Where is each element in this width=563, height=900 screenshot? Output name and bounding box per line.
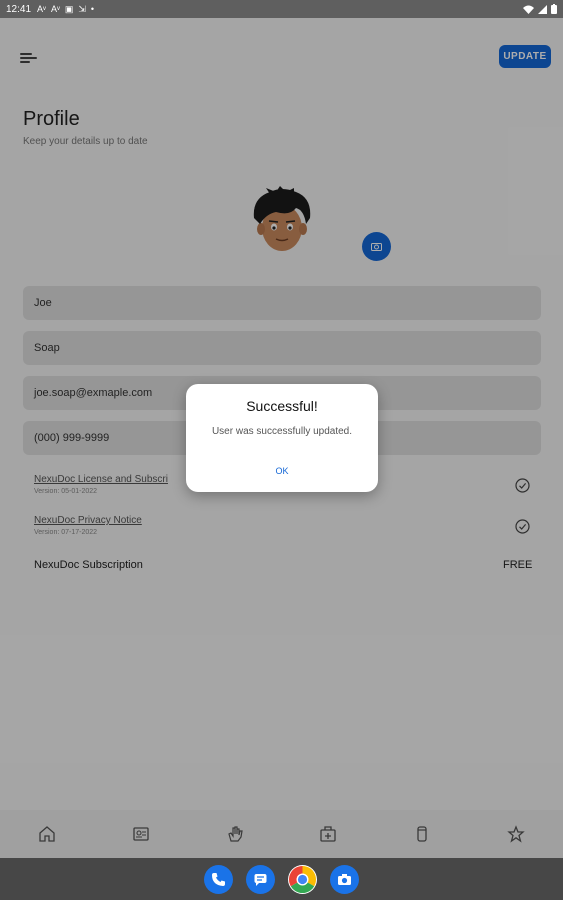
success-dialog: Successful! User was successfully update… bbox=[186, 384, 378, 492]
notification-icons: Aᵛ Aᵛ ▣ ⇲ • bbox=[37, 3, 95, 14]
status-bar: 12:41 Aᵛ Aᵛ ▣ ⇲ • bbox=[0, 0, 563, 18]
camera-icon[interactable] bbox=[330, 864, 359, 894]
notification-icon: Aᵛ bbox=[37, 3, 46, 14]
chrome-icon[interactable] bbox=[288, 864, 317, 894]
notification-icon: • bbox=[90, 3, 95, 14]
taskbar bbox=[0, 858, 563, 900]
battery-icon bbox=[551, 4, 557, 14]
messages-icon[interactable] bbox=[246, 864, 275, 894]
signal-icon bbox=[538, 4, 547, 14]
ok-button[interactable]: OK bbox=[262, 462, 302, 480]
notification-icon: ⇲ bbox=[78, 3, 86, 14]
notification-icon: Aᵛ bbox=[50, 3, 60, 14]
wifi-icon bbox=[523, 5, 534, 14]
status-time: 12:41 bbox=[6, 3, 32, 15]
phone-icon[interactable] bbox=[204, 864, 233, 894]
dialog-message: User was successfully updated. bbox=[211, 426, 353, 437]
notification-icon: ▣ bbox=[64, 3, 74, 14]
dialog-title: Successful! bbox=[246, 398, 318, 414]
